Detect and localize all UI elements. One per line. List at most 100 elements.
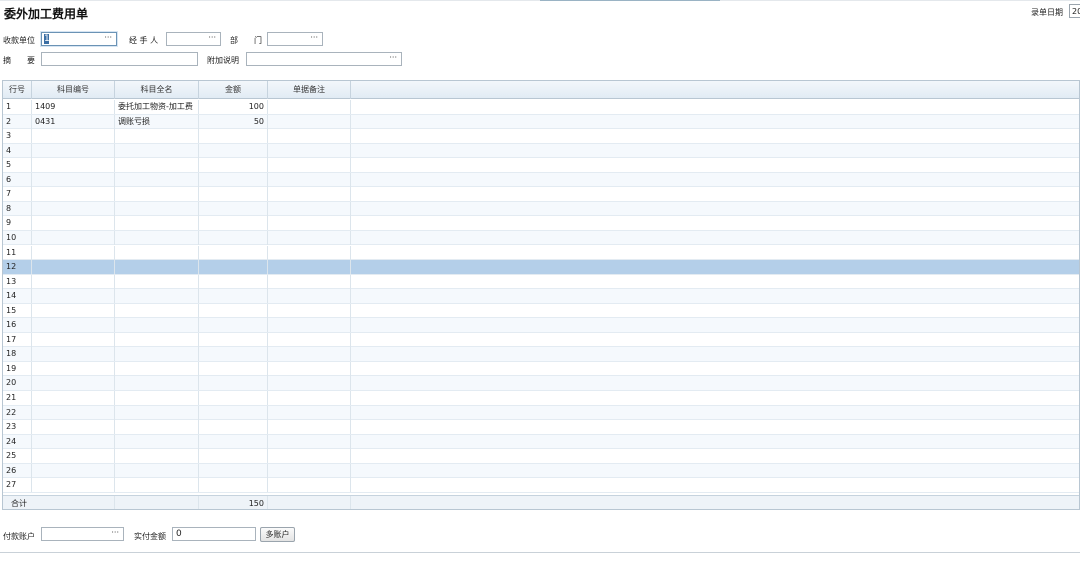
col-header-account-name[interactable]: 科目全名 — [115, 81, 199, 99]
handler-browse-icon[interactable]: ··· — [208, 33, 216, 42]
cell-amount[interactable] — [199, 230, 268, 245]
cell-account-code[interactable] — [32, 303, 115, 318]
cell-account-code[interactable] — [32, 332, 115, 347]
cell-account-name[interactable]: 委托加工物资-加工费 — [115, 100, 199, 114]
cell-account-name[interactable] — [115, 420, 199, 435]
extra-note-browse-icon[interactable]: ··· — [389, 53, 397, 62]
cell-amount[interactable] — [199, 434, 268, 449]
cell-account-name[interactable] — [115, 201, 199, 216]
col-header-account-code[interactable]: 科目编号 — [32, 81, 115, 99]
table-row[interactable]: 22 — [3, 405, 1079, 421]
cell-account-code[interactable] — [32, 449, 115, 464]
cell-amount[interactable] — [199, 216, 268, 231]
summary-field[interactable] — [41, 52, 198, 66]
cell-remark[interactable] — [268, 245, 351, 260]
cell-account-name[interactable] — [115, 478, 199, 493]
cell-remark[interactable] — [268, 361, 351, 376]
cell-account-code[interactable] — [32, 376, 115, 391]
table-row[interactable]: 23 — [3, 420, 1079, 435]
cell-account-name[interactable] — [115, 172, 199, 187]
col-header-amount[interactable]: 金额 — [199, 81, 268, 99]
cell-account-code[interactable] — [32, 158, 115, 173]
cell-amount[interactable] — [199, 449, 268, 464]
cell-amount[interactable] — [199, 260, 268, 275]
dept-browse-icon[interactable]: ··· — [310, 33, 318, 42]
cell-remark[interactable] — [268, 230, 351, 245]
cell-remark[interactable] — [268, 318, 351, 333]
cell-account-code[interactable] — [32, 347, 115, 362]
table-row[interactable]: 2 0431 调账亏损 50 — [3, 114, 1079, 130]
cell-amount[interactable]: 50 — [199, 114, 268, 129]
cell-account-code[interactable] — [32, 245, 115, 260]
cell-remark[interactable] — [268, 201, 351, 216]
cell-account-name[interactable] — [115, 230, 199, 245]
cell-remark[interactable] — [268, 289, 351, 304]
payee-browse-icon[interactable]: ··· — [104, 33, 112, 42]
cell-account-name[interactable]: 调账亏损 — [115, 114, 199, 129]
cell-remark[interactable] — [268, 391, 351, 405]
cell-account-name[interactable] — [115, 245, 199, 260]
paid-amount-field[interactable]: 0 — [172, 527, 256, 541]
cell-account-code[interactable] — [32, 463, 115, 478]
cell-account-name[interactable] — [115, 449, 199, 464]
cell-account-code[interactable]: 0431 — [32, 114, 115, 129]
table-row[interactable]: 7 — [3, 187, 1079, 202]
table-row[interactable]: 4 — [3, 143, 1079, 159]
table-row[interactable]: 12 — [3, 260, 1079, 275]
cell-account-name[interactable] — [115, 274, 199, 289]
table-row[interactable]: 20 — [3, 376, 1079, 391]
cell-amount[interactable] — [199, 303, 268, 318]
cell-account-code[interactable] — [32, 230, 115, 245]
extra-note-field[interactable]: ··· — [246, 52, 402, 66]
cell-remark[interactable] — [268, 143, 351, 158]
cell-remark[interactable] — [268, 420, 351, 435]
cell-account-name[interactable] — [115, 463, 199, 478]
cell-account-name[interactable] — [115, 434, 199, 449]
cell-account-name[interactable] — [115, 289, 199, 304]
cell-amount[interactable] — [199, 318, 268, 333]
cell-account-name[interactable] — [115, 303, 199, 318]
cell-amount[interactable] — [199, 361, 268, 376]
cell-account-name[interactable] — [115, 332, 199, 347]
entry-date-input[interactable]: 20 — [1069, 4, 1080, 18]
cell-amount[interactable] — [199, 463, 268, 478]
cell-account-name[interactable] — [115, 129, 199, 144]
multi-account-button[interactable]: 多账户 — [260, 527, 295, 542]
table-row[interactable]: 10 — [3, 230, 1079, 246]
pay-account-field[interactable]: ··· — [41, 527, 124, 541]
cell-amount[interactable] — [199, 158, 268, 173]
cell-remark[interactable] — [268, 114, 351, 129]
table-row[interactable]: 9 — [3, 216, 1079, 231]
cell-remark[interactable] — [268, 347, 351, 362]
cell-account-code[interactable] — [32, 289, 115, 304]
table-row[interactable]: 5 — [3, 158, 1079, 173]
cell-amount[interactable] — [199, 289, 268, 304]
cell-account-code[interactable] — [32, 216, 115, 231]
cell-remark[interactable] — [268, 260, 351, 275]
cell-amount[interactable] — [199, 391, 268, 405]
cell-amount[interactable] — [199, 405, 268, 420]
cell-remark[interactable] — [268, 100, 351, 114]
cell-amount[interactable] — [199, 347, 268, 362]
table-row[interactable]: 19 — [3, 361, 1079, 377]
cell-amount[interactable] — [199, 376, 268, 391]
table-row[interactable]: 27 — [3, 478, 1079, 493]
cell-account-name[interactable] — [115, 216, 199, 231]
cell-account-code[interactable] — [32, 143, 115, 158]
col-header-row-no[interactable]: 行号 — [3, 81, 32, 99]
pay-account-browse-icon[interactable]: ··· — [111, 528, 119, 537]
cell-amount[interactable] — [199, 245, 268, 260]
cell-account-code[interactable] — [32, 260, 115, 275]
table-row[interactable]: 8 — [3, 201, 1079, 217]
cell-account-code[interactable] — [32, 129, 115, 144]
cell-amount[interactable] — [199, 332, 268, 347]
payee-field[interactable]: 1 ··· — [41, 32, 117, 46]
cell-remark[interactable] — [268, 449, 351, 464]
table-row[interactable]: 25 — [3, 449, 1079, 464]
cell-remark[interactable] — [268, 216, 351, 231]
table-row[interactable]: 16 — [3, 318, 1079, 333]
cell-amount[interactable]: 100 — [199, 100, 268, 114]
cell-amount[interactable] — [199, 420, 268, 435]
dept-field[interactable]: ··· — [267, 32, 323, 46]
cell-account-name[interactable] — [115, 376, 199, 391]
